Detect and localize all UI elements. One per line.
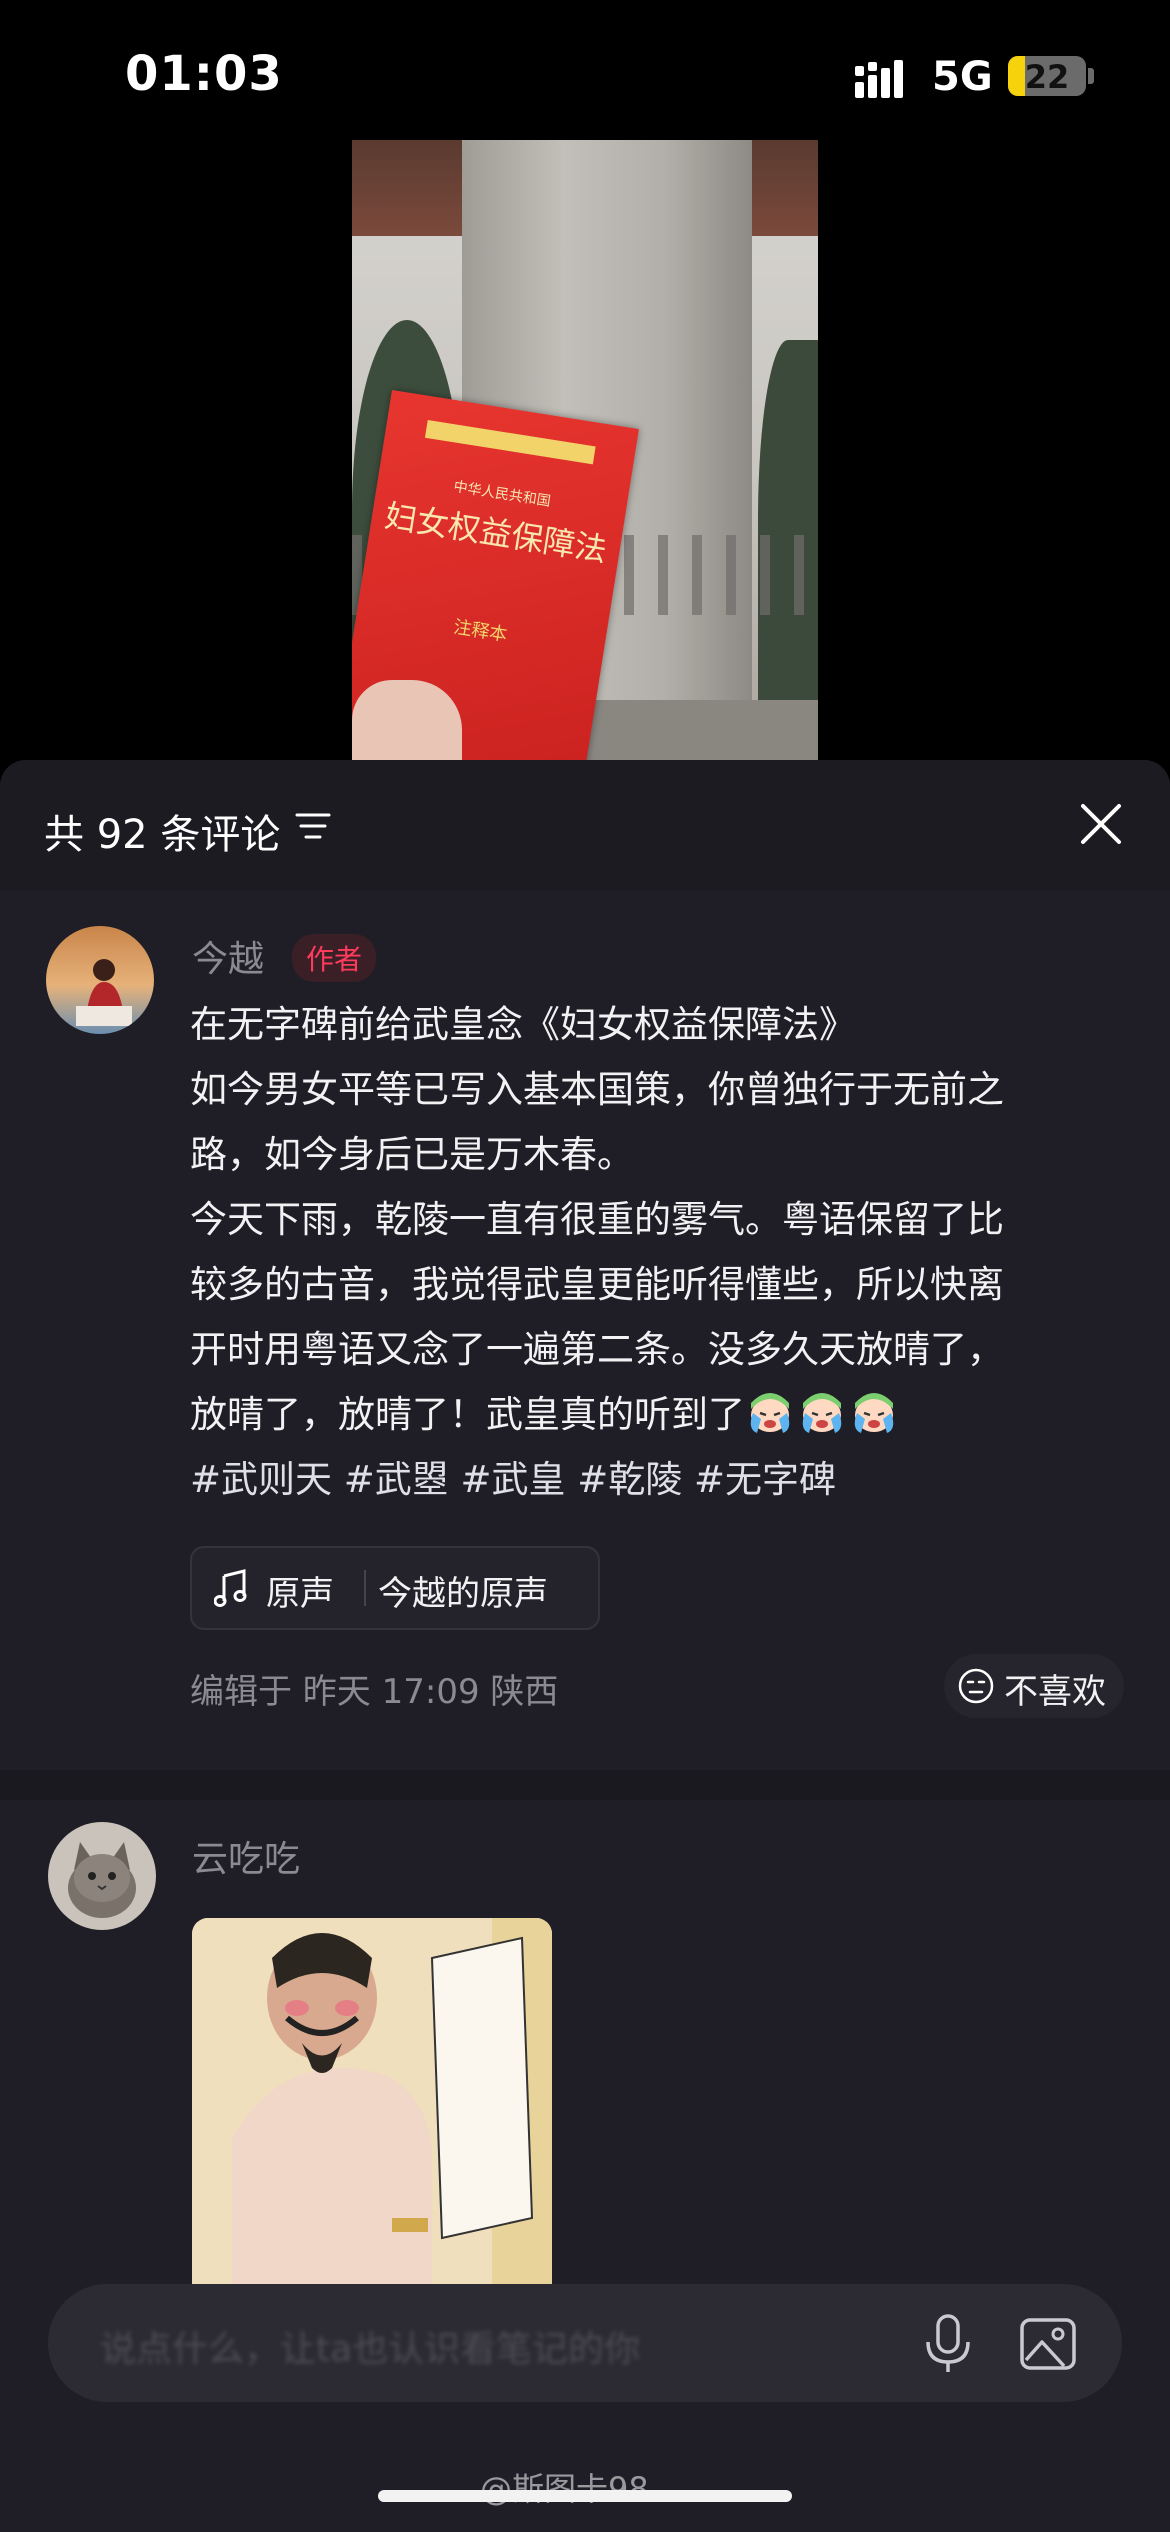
- meh-face-icon: [958, 1668, 994, 1704]
- comment-line: 较多的古音，我觉得武皇更能听得懂些，所以快离: [190, 1263, 1004, 1306]
- comment-line: 开时用粤语又念了一遍第二条。没多久天放晴了，: [190, 1328, 1004, 1371]
- status-time: 01:03: [125, 46, 283, 102]
- comment-line: 如今男女平等已写入基本国策，你曾独行于无前之: [190, 1068, 1004, 1111]
- comment-text: 在无字碑前给武皇念《妇女权益保障法》如今男女平等已写入基本国策，你曾独行于无前之…: [190, 992, 1135, 1512]
- sound-source: 今越的原声: [378, 1574, 548, 1614]
- chip-separator: [364, 1570, 366, 1606]
- video-hand: [352, 680, 462, 760]
- comment-image[interactable]: [192, 1918, 552, 2338]
- video-trees-right: [758, 340, 818, 700]
- video-player[interactable]: 中华人民共和国 妇女权益保障法 注释本: [352, 140, 818, 760]
- comment-author-name[interactable]: 今越: [192, 930, 264, 982]
- comments-panel: 共 92 条评论 今越 作者 在无字碑前给武皇念《妇女权益保障法》如今男女平等已…: [0, 760, 1170, 2532]
- crying-face-icon: [802, 1393, 842, 1433]
- comments-header: 共 92 条评论: [0, 760, 1170, 890]
- home-indicator: [378, 2490, 792, 2502]
- watermark: @斯图卡98: [480, 2470, 649, 2508]
- book-band: [424, 419, 596, 465]
- comment-line: 在无字碑前给武皇念《妇女权益保障法》: [190, 1003, 856, 1046]
- avatar[interactable]: [46, 926, 154, 1034]
- original-sound-label: 原声: [266, 1574, 334, 1614]
- crying-face-icon: [854, 1393, 894, 1433]
- avatar[interactable]: [48, 1822, 156, 1930]
- book-footer: 注释本: [452, 616, 509, 646]
- music-note-icon: [214, 1569, 247, 1607]
- comment-line: 路，如今身后已是万木春。: [190, 1133, 634, 1176]
- author-badge: 作者: [292, 934, 377, 982]
- comment-line: 放晴了，放晴了！武皇真的听到了: [190, 1393, 745, 1436]
- comment-input[interactable]: 说点什么，让ta也认识看笔记的你: [48, 2284, 1122, 2402]
- comment-line-with-emoji: 放晴了，放晴了！武皇真的听到了: [190, 1382, 1135, 1447]
- battery-level: 22: [1024, 58, 1070, 96]
- sort-icon[interactable]: [295, 810, 331, 842]
- crying-face-icon: [750, 1393, 790, 1433]
- comment-divider: [0, 1770, 1170, 1800]
- comment-count: 共 92 条评论: [44, 812, 281, 858]
- comment-input-placeholder: 说点什么，让ta也认识看笔记的你: [100, 2329, 641, 2370]
- close-icon[interactable]: [1075, 798, 1127, 850]
- hashtag-line[interactable]: #武则天 #武曌 #武皇 #乾陵 #无字碑: [190, 1447, 1135, 1512]
- signal-icon: [855, 60, 903, 98]
- dislike-button[interactable]: 不喜欢: [944, 1654, 1124, 1718]
- image-icon[interactable]: [1018, 2314, 1078, 2374]
- status-bar: 01:03 5G 22: [0, 0, 1170, 150]
- emoji-group: [745, 1393, 901, 1436]
- battery-icon: 22: [1008, 56, 1086, 96]
- comment-item[interactable]: 今越 作者 在无字碑前给武皇念《妇女权益保障法》如今男女平等已写入基本国策，你曾…: [0, 926, 1170, 1516]
- original-sound-chip[interactable]: 原声 今越的原声: [190, 1546, 600, 1630]
- microphone-icon[interactable]: [918, 2312, 978, 2376]
- network-type: 5G: [932, 54, 993, 100]
- dislike-label: 不喜欢: [1004, 1672, 1106, 1712]
- comment-line: 今天下雨，乾陵一直有很重的雾气。粤语保留了比: [190, 1198, 1004, 1241]
- comment-author-name[interactable]: 云吃吃: [192, 1830, 300, 1882]
- comment-meta: 编辑于 昨天 17:09 陕西: [190, 1672, 559, 1712]
- battery-tip: [1088, 68, 1094, 84]
